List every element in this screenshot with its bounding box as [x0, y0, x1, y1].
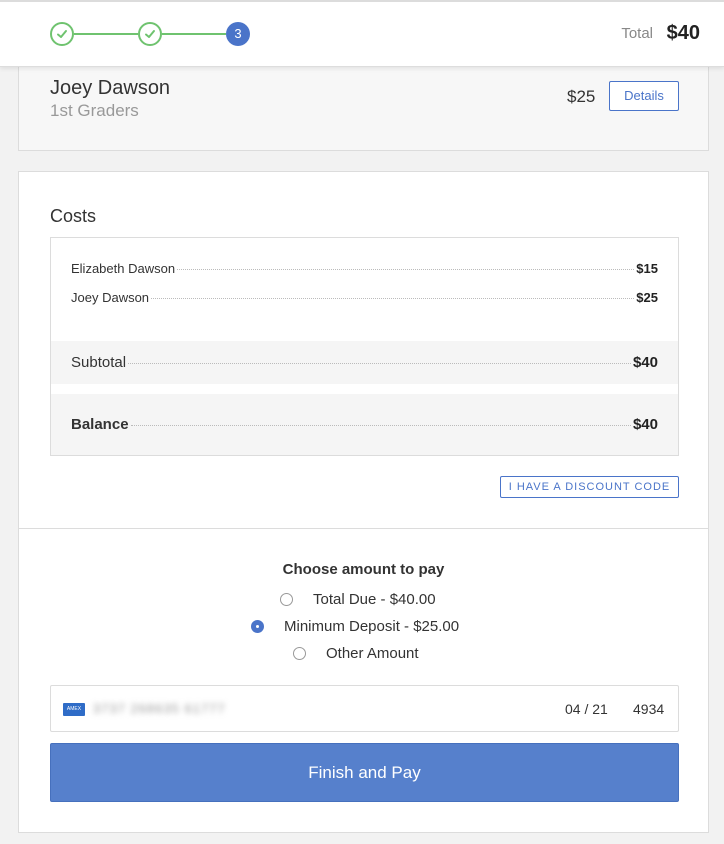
registrant-card: Joey Dawson 1st Graders $25 Details — [18, 60, 709, 151]
header: 3 Total $40 — [0, 0, 724, 67]
option-label: Total Due - $40.00 — [313, 591, 436, 608]
discount-code-button[interactable]: I HAVE A DISCOUNT CODE — [500, 476, 679, 498]
cost-item-value: $25 — [636, 290, 658, 305]
radio-total-due[interactable] — [280, 593, 293, 606]
dot-leader — [151, 298, 635, 299]
checkout-card: Costs Elizabeth Dawson $15 Joey Dawson $… — [18, 171, 709, 833]
costs-table: Elizabeth Dawson $15 Joey Dawson $25 Sub… — [50, 237, 679, 456]
cost-item-label: Elizabeth Dawson — [71, 261, 176, 276]
section-divider — [19, 528, 708, 529]
option-label: Other Amount — [326, 645, 419, 662]
registrant-group: 1st Graders — [50, 101, 139, 120]
step-2-complete[interactable] — [138, 22, 162, 46]
card-input-field[interactable]: AMEX 3737 268635 61777 04 / 21 4934 — [50, 685, 679, 732]
option-minimum-deposit[interactable]: Minimum Deposit - $25.00 — [251, 618, 459, 635]
cost-item-label: Joey Dawson — [71, 290, 150, 305]
check-icon — [57, 30, 67, 38]
registrant-name: Joey Dawson — [50, 77, 171, 99]
step-connector — [74, 33, 138, 35]
registrant-amount: $25 — [567, 87, 596, 106]
option-other-amount[interactable]: Other Amount — [293, 645, 419, 662]
cost-item-value: $15 — [636, 261, 658, 276]
balance-label: Balance — [71, 416, 129, 433]
cost-row: Joey Dawson $25 — [71, 290, 658, 305]
dot-leader — [177, 269, 635, 270]
card-cvc[interactable]: 4934 — [633, 701, 664, 717]
option-total-due[interactable]: Total Due - $40.00 — [280, 591, 436, 608]
payment-amount-title: Choose amount to pay — [282, 561, 445, 578]
check-icon — [145, 30, 155, 38]
cost-row: Elizabeth Dawson $15 — [71, 261, 658, 276]
subtotal-label: Subtotal — [71, 354, 127, 371]
dot-leader — [128, 363, 631, 364]
progress-steps: 3 — [50, 22, 250, 46]
radio-minimum-deposit[interactable] — [251, 620, 264, 633]
subtotal-value: $40 — [632, 354, 658, 371]
card-number[interactable]: 3737 268635 61777 — [93, 701, 226, 716]
total-label: Total — [621, 25, 653, 42]
total-value: $40 — [666, 22, 700, 44]
details-button[interactable]: Details — [609, 81, 679, 111]
balance-row: Balance $40 — [71, 416, 658, 433]
finish-and-pay-button[interactable]: Finish and Pay — [50, 743, 679, 802]
card-expiry[interactable]: 04 / 21 — [565, 701, 608, 717]
balance-value: $40 — [632, 416, 658, 433]
amex-icon: AMEX — [63, 703, 85, 716]
header-top-border — [0, 0, 724, 2]
step-3-current: 3 — [226, 22, 250, 46]
dot-leader — [130, 425, 631, 426]
step-connector — [162, 33, 226, 35]
step-1-complete[interactable] — [50, 22, 74, 46]
costs-title: Costs — [50, 206, 97, 226]
subtotal-row: Subtotal $40 — [71, 354, 658, 371]
option-label: Minimum Deposit - $25.00 — [284, 618, 460, 635]
radio-other-amount[interactable] — [293, 647, 306, 660]
